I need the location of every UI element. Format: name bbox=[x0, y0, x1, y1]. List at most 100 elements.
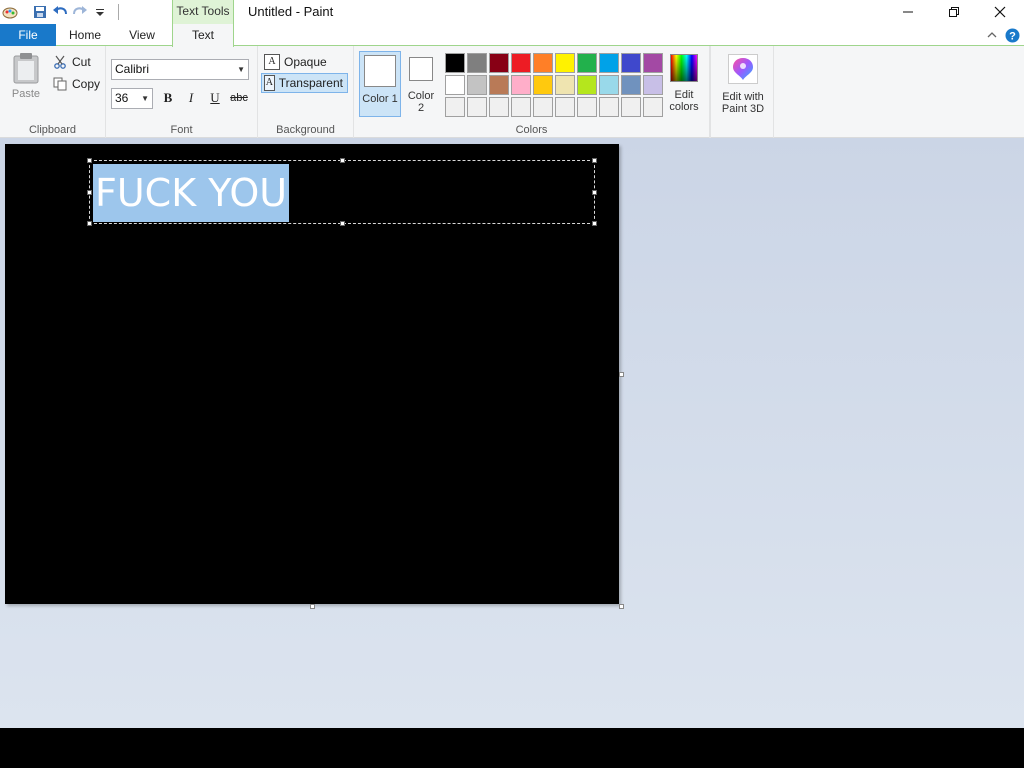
palette-swatch[interactable] bbox=[445, 53, 465, 73]
canvas-workspace: FUCK YOU bbox=[0, 138, 1024, 728]
palette-swatch[interactable] bbox=[533, 53, 553, 73]
redo-icon[interactable] bbox=[70, 2, 90, 22]
palette-swatch[interactable] bbox=[555, 97, 575, 117]
palette-swatch[interactable] bbox=[577, 53, 597, 73]
title-bar: Text Tools Untitled - Paint bbox=[0, 0, 1024, 24]
svg-text:?: ? bbox=[1009, 30, 1016, 42]
canvas-resize-bottom[interactable] bbox=[310, 604, 315, 609]
text-tools-context-label: Text Tools bbox=[172, 0, 234, 24]
save-icon[interactable] bbox=[30, 2, 50, 22]
palette-swatch[interactable] bbox=[511, 53, 531, 73]
paste-icon bbox=[13, 53, 39, 84]
edit-colors-button[interactable]: Edit colors bbox=[664, 54, 704, 113]
canvas-resize-corner[interactable] bbox=[619, 604, 624, 609]
window-title: Untitled - Paint bbox=[248, 4, 334, 19]
textbox-handle-top[interactable] bbox=[340, 158, 345, 163]
transparent-icon: A bbox=[264, 75, 275, 91]
selected-canvas-text[interactable]: FUCK YOU bbox=[93, 164, 290, 222]
background-group-label: Background bbox=[276, 124, 335, 136]
close-button[interactable] bbox=[977, 0, 1023, 24]
font-group-label: Font bbox=[170, 124, 193, 136]
palette-swatch[interactable] bbox=[489, 97, 509, 117]
palette-swatch[interactable] bbox=[621, 75, 641, 95]
edit-colors-label: Edit colors bbox=[669, 89, 699, 113]
chevron-down-icon: ▼ bbox=[237, 65, 245, 74]
underline-button[interactable]: U bbox=[204, 88, 226, 108]
palette-swatch[interactable] bbox=[599, 53, 619, 73]
color2-button[interactable]: Color 2 bbox=[404, 54, 438, 118]
colors-group-label: Colors bbox=[515, 124, 548, 136]
palette-swatch[interactable] bbox=[467, 75, 487, 95]
tab-text[interactable]: Text bbox=[172, 24, 234, 47]
palette-swatch[interactable] bbox=[511, 75, 531, 95]
paste-button[interactable]: Paste bbox=[6, 52, 46, 100]
minimize-icon bbox=[903, 11, 913, 13]
italic-button[interactable]: I bbox=[180, 88, 202, 108]
customize-qat-icon[interactable] bbox=[90, 2, 110, 22]
palette-swatch[interactable] bbox=[467, 97, 487, 117]
color1-button[interactable]: Color 1 bbox=[359, 51, 401, 117]
textbox-handle-bottom-right[interactable] bbox=[592, 221, 597, 226]
edit-with-paint3d-button[interactable]: Edit with Paint 3D bbox=[715, 54, 771, 115]
palette-swatch[interactable] bbox=[621, 53, 641, 73]
font-family-value: Calibri bbox=[115, 62, 150, 76]
font-size-select[interactable]: 36 ▼ bbox=[111, 88, 153, 109]
minimize-button[interactable] bbox=[885, 0, 931, 24]
textbox-handle-left[interactable] bbox=[87, 190, 92, 195]
minimize-ribbon-button[interactable] bbox=[984, 27, 1000, 43]
palette-swatch[interactable] bbox=[533, 97, 553, 117]
opaque-option[interactable]: A Opaque bbox=[262, 52, 331, 72]
tab-file[interactable]: File bbox=[0, 24, 56, 46]
black-bottom-bar bbox=[0, 728, 1024, 768]
close-icon bbox=[994, 6, 1006, 18]
canvas-resize-right[interactable] bbox=[619, 372, 624, 377]
textbox-handle-top-left[interactable] bbox=[87, 158, 92, 163]
palette-swatch[interactable] bbox=[489, 75, 509, 95]
bold-button[interactable]: B bbox=[157, 88, 179, 108]
undo-icon[interactable] bbox=[50, 2, 70, 22]
chevron-down-icon: ▼ bbox=[141, 94, 149, 103]
cut-button[interactable]: Cut bbox=[52, 52, 91, 72]
copy-button[interactable]: Copy bbox=[52, 74, 100, 94]
palette-swatch[interactable] bbox=[445, 75, 465, 95]
tab-view[interactable]: View bbox=[114, 24, 170, 46]
palette-swatch[interactable] bbox=[533, 75, 553, 95]
paint-app-icon[interactable] bbox=[0, 2, 20, 22]
text-edit-box[interactable]: FUCK YOU bbox=[87, 158, 597, 226]
textbox-handle-right[interactable] bbox=[592, 190, 597, 195]
font-family-select[interactable]: Calibri ▼ bbox=[111, 59, 249, 80]
strikethrough-button[interactable]: abc bbox=[228, 88, 250, 108]
textbox-handle-top-right[interactable] bbox=[592, 158, 597, 163]
palette-swatch[interactable] bbox=[555, 75, 575, 95]
clipboard-group: Paste Cut Copy Clipboard bbox=[0, 46, 106, 138]
tab-home[interactable]: Home bbox=[56, 24, 114, 46]
textbox-handle-bottom[interactable] bbox=[340, 221, 345, 226]
palette-swatch[interactable] bbox=[643, 53, 663, 73]
palette-swatch[interactable] bbox=[599, 75, 619, 95]
palette-swatch[interactable] bbox=[445, 97, 465, 117]
palette-swatch[interactable] bbox=[643, 75, 663, 95]
palette-swatch[interactable] bbox=[467, 53, 487, 73]
opaque-label: Opaque bbox=[284, 55, 327, 69]
drawing-canvas[interactable]: FUCK YOU bbox=[5, 144, 619, 604]
restore-icon bbox=[949, 7, 959, 17]
textbox-handle-bottom-left[interactable] bbox=[87, 221, 92, 226]
help-button[interactable]: ? bbox=[1004, 27, 1020, 43]
copy-icon bbox=[52, 76, 68, 92]
restore-button[interactable] bbox=[931, 0, 977, 24]
palette-swatch[interactable] bbox=[511, 97, 531, 117]
transparent-option[interactable]: A Transparent bbox=[261, 73, 348, 93]
palette-swatch[interactable] bbox=[643, 97, 663, 117]
palette-swatch[interactable] bbox=[489, 53, 509, 73]
palette-swatch[interactable] bbox=[555, 53, 575, 73]
palette-swatch[interactable] bbox=[577, 75, 597, 95]
color2-label: Color 2 bbox=[407, 90, 435, 114]
chevron-up-icon bbox=[987, 32, 997, 38]
palette-swatch[interactable] bbox=[577, 97, 597, 117]
paint3d-icon bbox=[728, 54, 758, 84]
paint3d-label: Edit with Paint 3D bbox=[721, 91, 765, 115]
paint-window: Text Tools Untitled - Paint File Home Vi… bbox=[0, 0, 1024, 728]
paste-label: Paste bbox=[11, 88, 41, 100]
palette-swatch[interactable] bbox=[599, 97, 619, 117]
palette-swatch[interactable] bbox=[621, 97, 641, 117]
